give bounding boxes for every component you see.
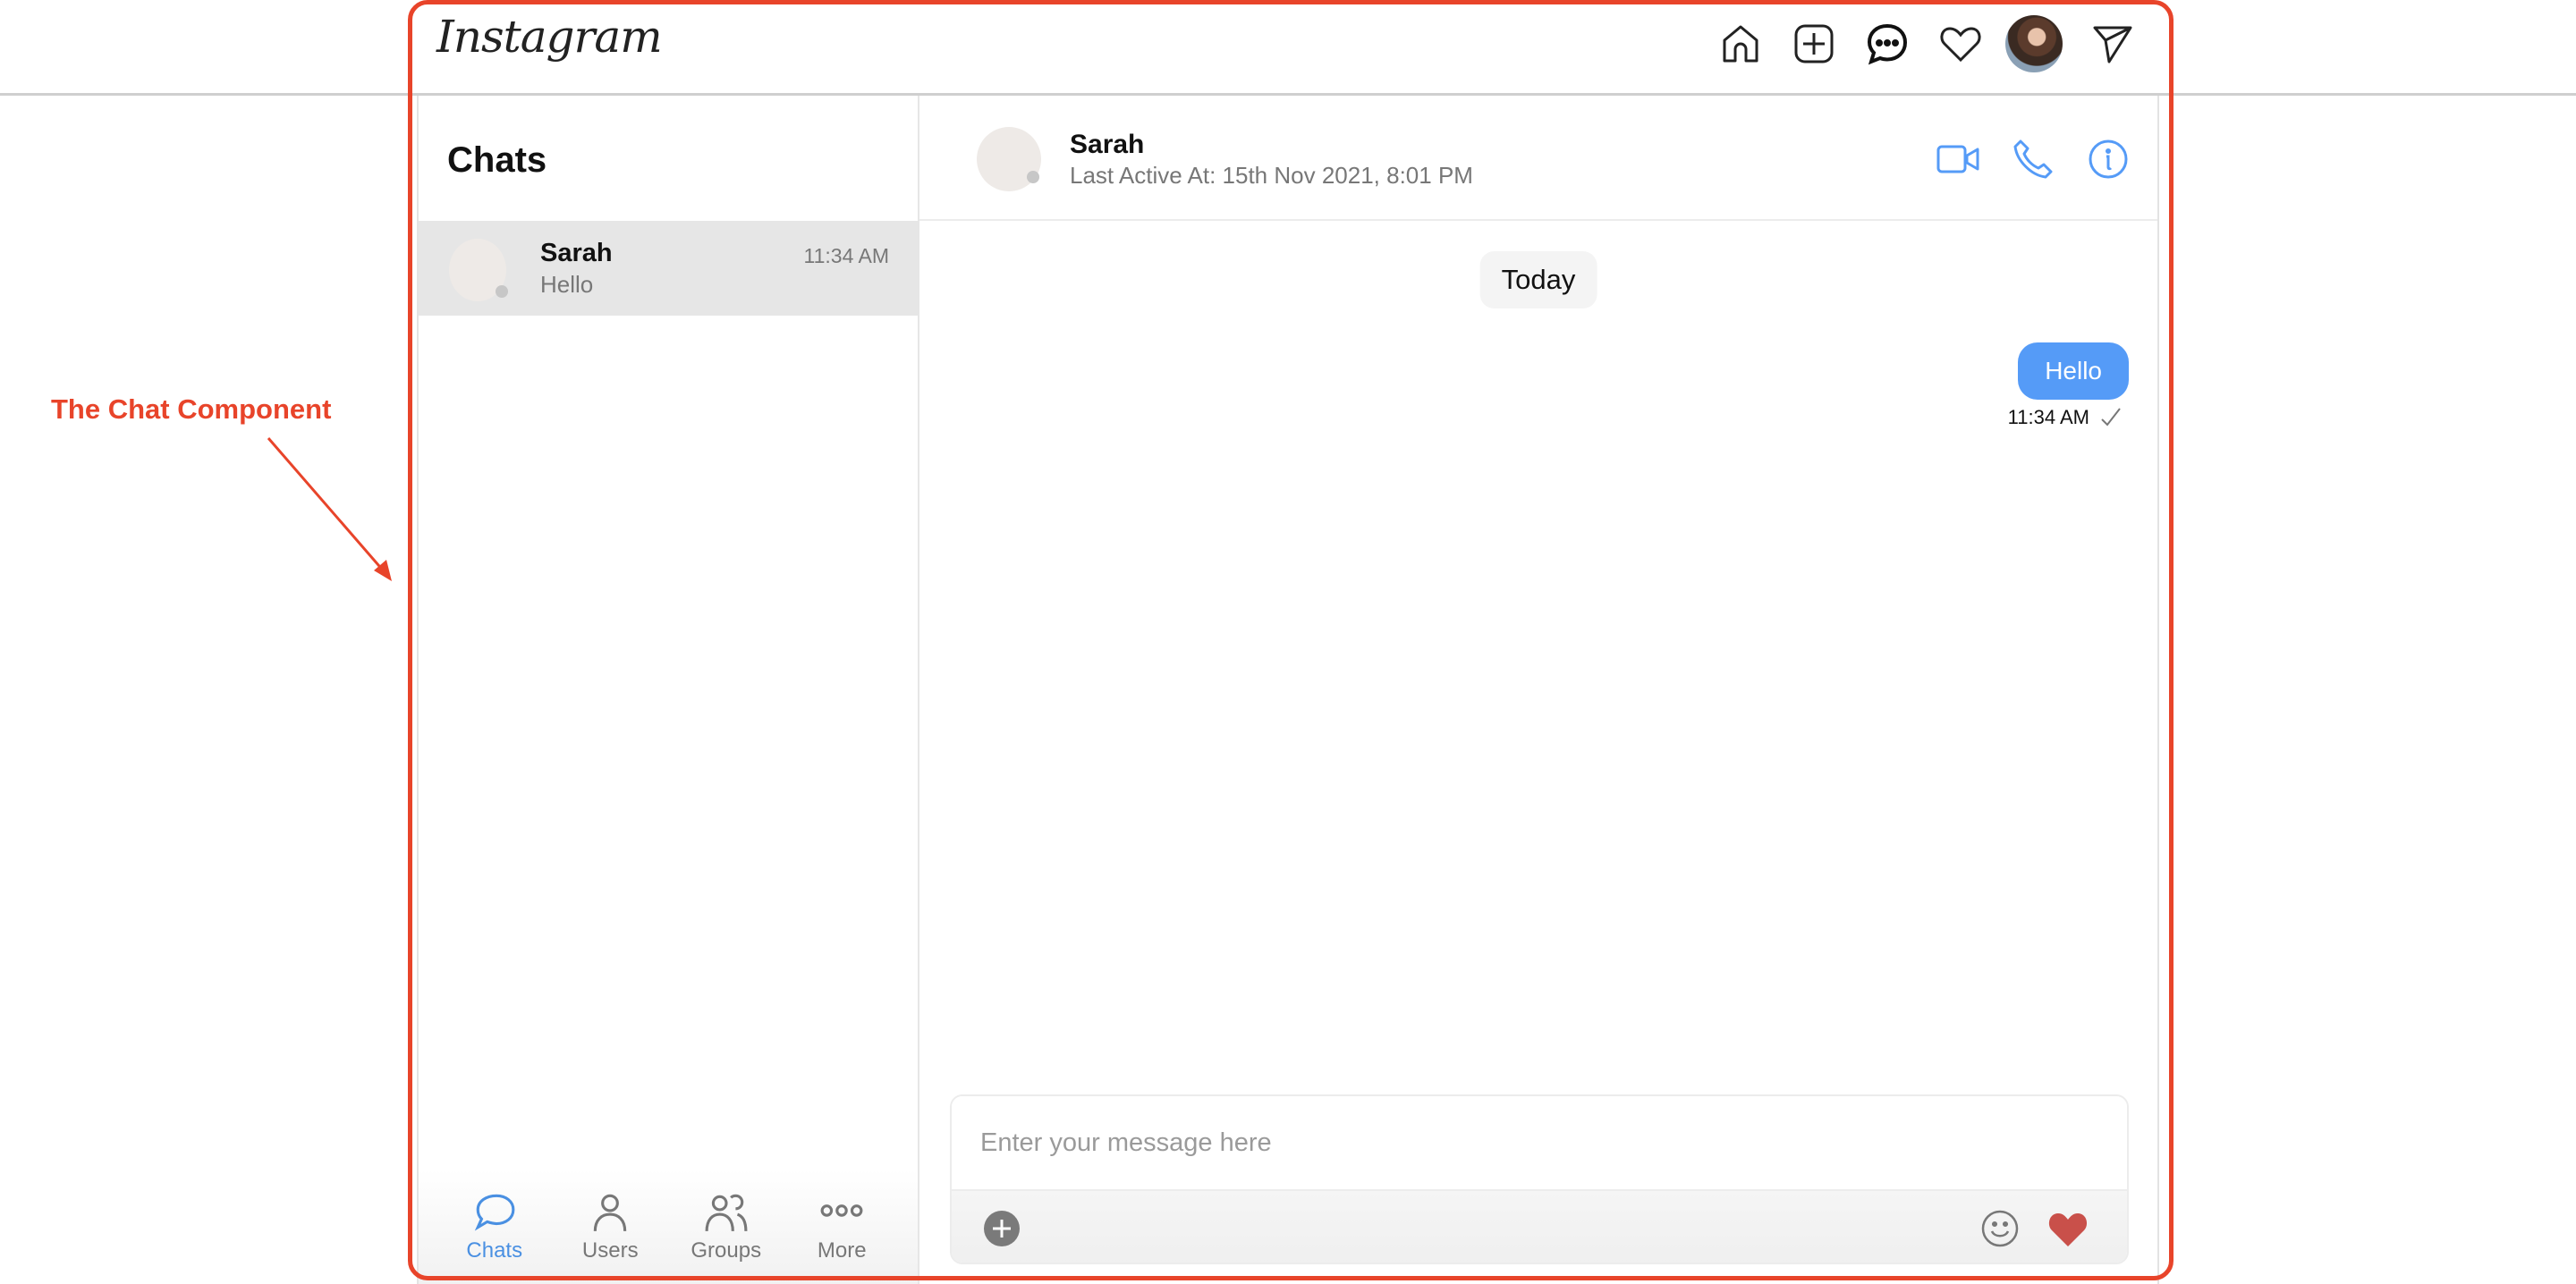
annotation-label: The Chat Component (51, 393, 332, 425)
chat-time: 11:34 AM (803, 244, 889, 267)
composer-toolbar (952, 1189, 2127, 1263)
conversation-panel: Sarah Last Active At: 15th Nov 2021, 8:0… (919, 96, 2157, 1284)
user-icon (594, 1194, 627, 1231)
add-attachment-icon (984, 1211, 1020, 1246)
chat-list-item[interactable]: Sarah Hello 11:34 AM (419, 221, 918, 316)
sidebar-title: Chats (447, 140, 547, 180)
instagram-logo[interactable]: Instagram (436, 11, 663, 63)
instagram-topbar: Instagram (0, 0, 2576, 96)
tab-more[interactable]: More (788, 1190, 895, 1263)
tab-groups[interactable]: Groups (673, 1190, 780, 1263)
direct-send-icon (2093, 26, 2132, 63)
chat-bubble-icon (474, 1194, 515, 1231)
message-time: 11:34 AM (2007, 406, 2089, 428)
voice-call-button[interactable] (2011, 137, 2055, 182)
send-like-button[interactable] (2045, 1209, 2091, 1248)
direct-button[interactable] (2089, 21, 2136, 67)
profile-avatar[interactable] (2005, 15, 2063, 72)
tab-users[interactable]: Users (556, 1190, 664, 1263)
tab-label: Chats (466, 1238, 523, 1263)
message-composer (950, 1094, 2129, 1264)
messages-button[interactable] (1864, 21, 1911, 67)
date-separator: Today (1479, 251, 1597, 308)
last-active-status: Last Active At: 15th Nov 2021, 8:01 PM (1070, 162, 1473, 189)
presence-dot (496, 285, 508, 298)
video-call-button[interactable] (1936, 137, 1980, 182)
info-icon (2089, 139, 2128, 179)
info-button[interactable] (2086, 137, 2131, 182)
chat-component: Chats Sarah Hello 11:34 AM Chats Users G… (417, 96, 2159, 1284)
home-button[interactable] (1717, 21, 1764, 67)
tab-label: More (817, 1238, 867, 1263)
tab-chats[interactable]: Chats (441, 1190, 548, 1263)
tab-label: Users (581, 1238, 639, 1263)
chats-sidebar: Chats Sarah Hello 11:34 AM Chats Users G… (419, 96, 919, 1284)
message-meta: 11:34 AM (2008, 405, 2123, 430)
bottom-tab-bar: Chats Users Groups More (419, 1170, 918, 1284)
annotation-arrow-icon (267, 437, 392, 581)
contact-name[interactable]: Sarah (1070, 130, 1144, 160)
emoji-button[interactable] (1980, 1209, 2020, 1248)
emoji-smiley-icon (1981, 1210, 2019, 1247)
heart-filled-icon (2048, 1213, 2088, 1246)
message-input[interactable] (952, 1096, 2127, 1189)
outgoing-message-bubble[interactable]: Hello (2018, 342, 2129, 400)
conversation-actions (1936, 137, 2131, 182)
heart-outline-icon (1940, 27, 1981, 63)
chat-last-message: Hello (540, 271, 594, 298)
presence-dot (1027, 171, 1039, 183)
chat-name: Sarah (540, 239, 613, 267)
tab-label: Groups (691, 1238, 762, 1263)
attach-button[interactable] (982, 1209, 1021, 1248)
new-post-icon (1794, 24, 1834, 63)
new-post-button[interactable] (1791, 21, 1837, 67)
video-call-icon (1936, 145, 1979, 173)
activity-button[interactable] (1937, 21, 1984, 67)
topbar-nav (1717, 13, 2136, 75)
more-dots-icon (820, 1204, 863, 1217)
phone-call-icon (2013, 139, 2053, 179)
messages-icon (1867, 23, 1908, 65)
sent-check-icon (2101, 408, 2121, 427)
conversation-header: Sarah Last Active At: 15th Nov 2021, 8:0… (919, 96, 2157, 221)
home-icon (1723, 25, 1758, 63)
group-icon (705, 1194, 748, 1231)
